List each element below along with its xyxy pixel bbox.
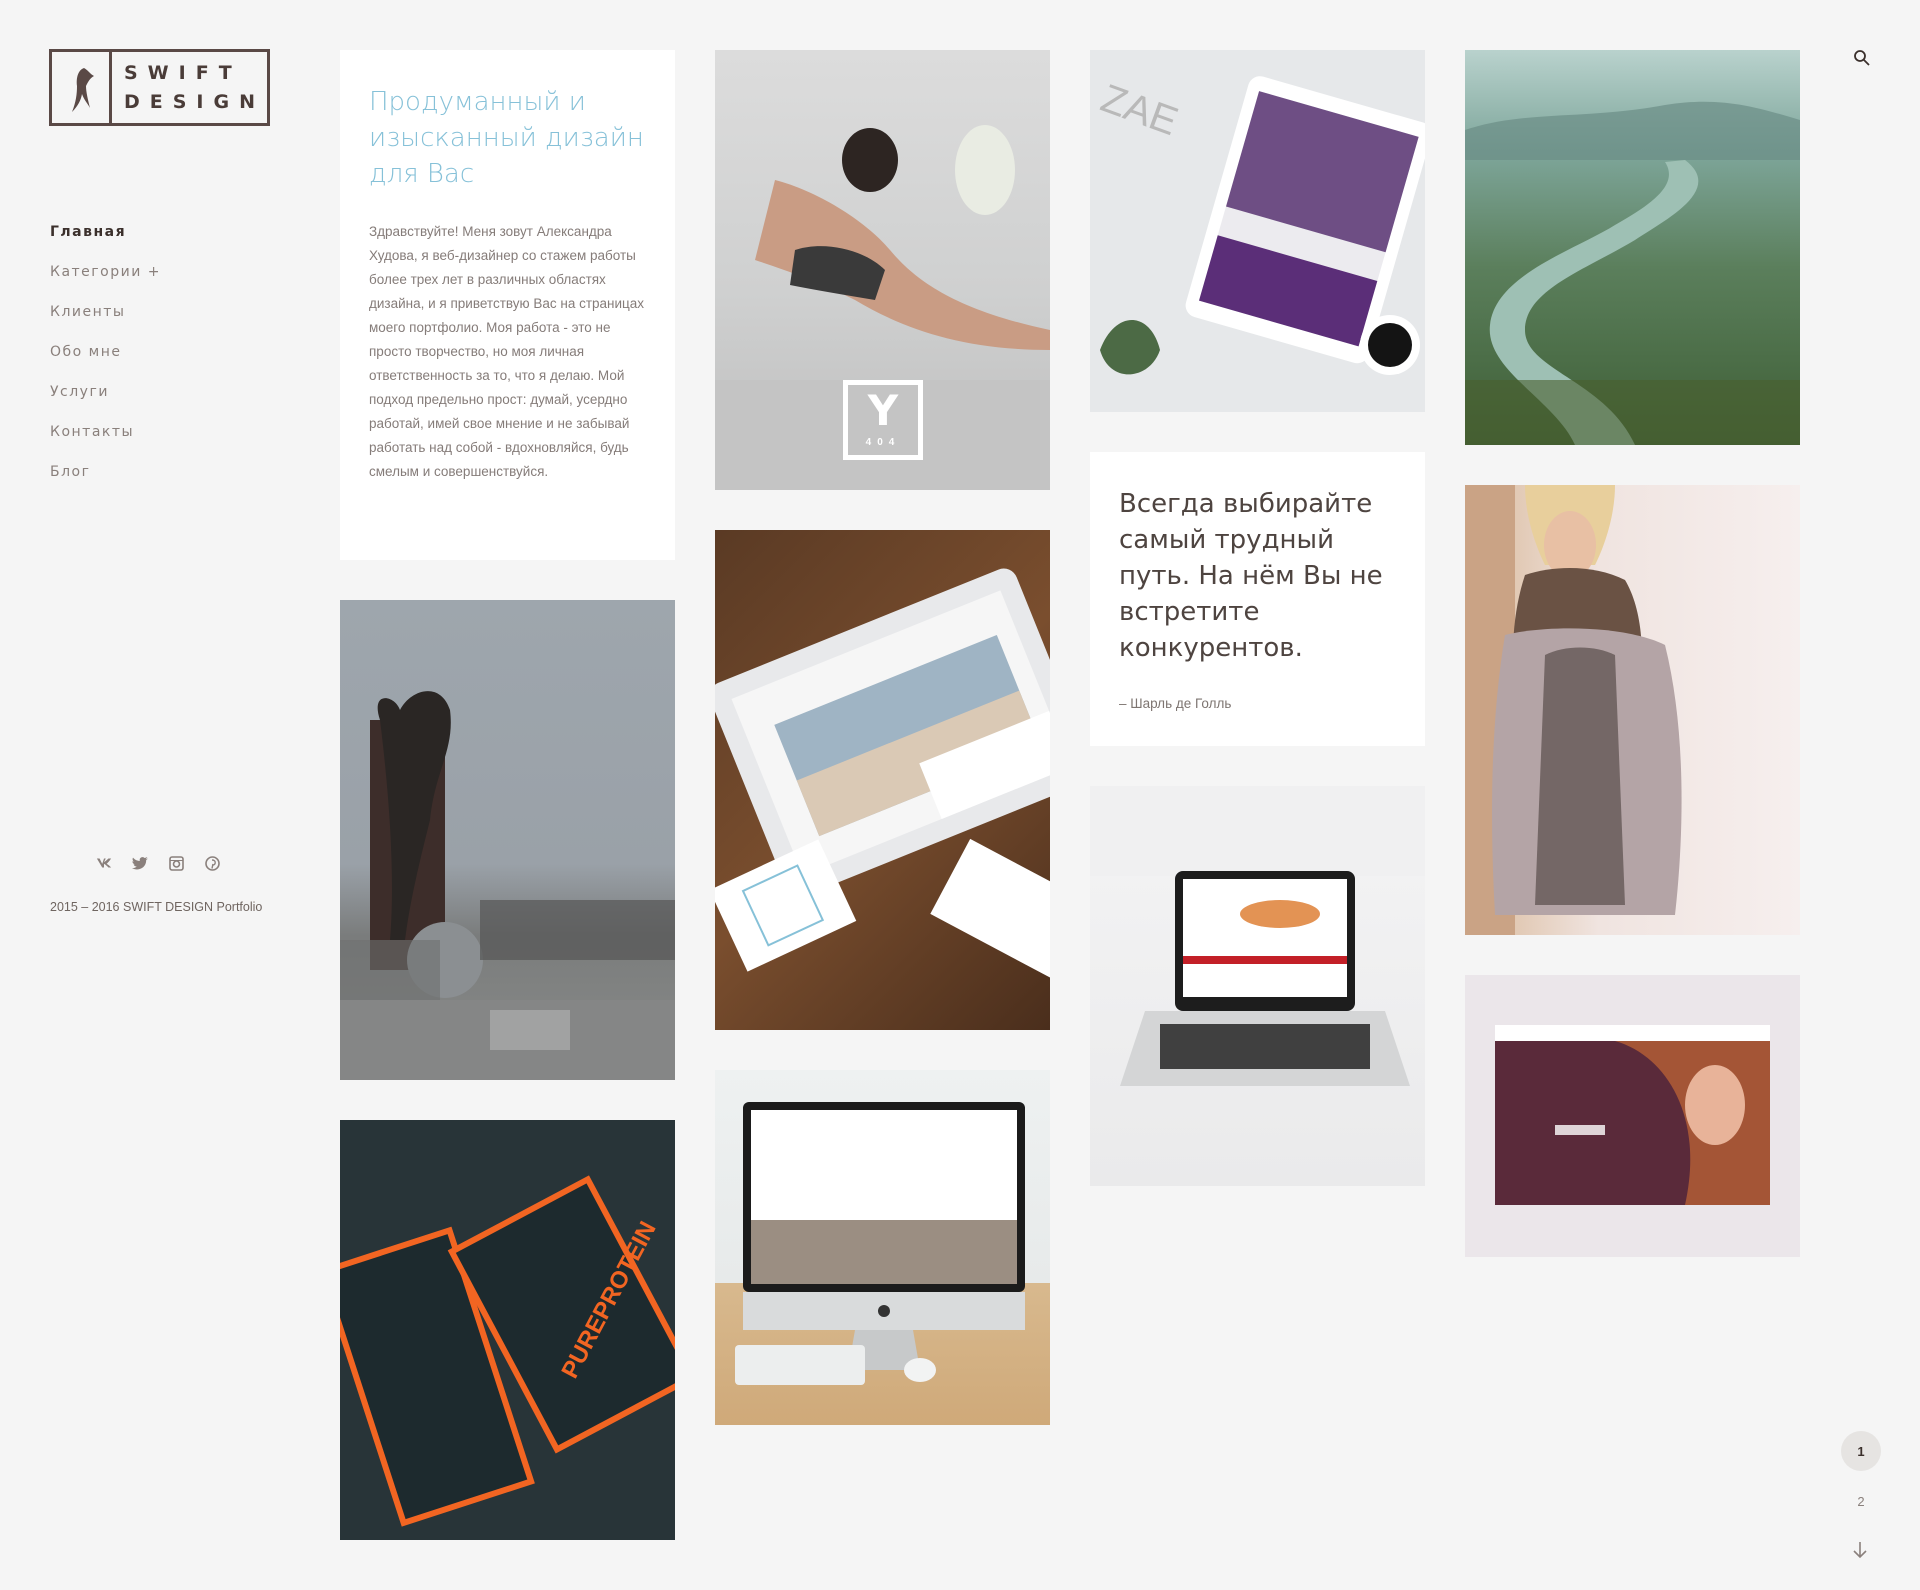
quote-card: Всегда выбирайте самый трудный путь. На … (1090, 452, 1425, 746)
business-cards-illustration: PUREPROTEIN (340, 1175, 675, 1527)
salon-website-photo[interactable] (1465, 975, 1800, 1257)
page-button-1[interactable]: 1 (1841, 1431, 1881, 1471)
business-cards-photo[interactable]: PUREPROTEIN (340, 1120, 675, 1540)
intro-body: Здравствуйте! Меня зовут Александра Худо… (369, 224, 645, 479)
river-illustration (1465, 101, 1800, 445)
quote-text: Всегда выбирайте самый трудный путь. На … (1119, 489, 1383, 663)
tablet-mockup-photo[interactable] (715, 530, 1050, 1030)
yoga-logo-badge: Y 404 (843, 380, 923, 460)
search-icon[interactable] (1853, 49, 1871, 72)
arrow-down-icon[interactable] (1852, 1540, 1868, 1565)
laptop-mockup-photo[interactable] (1090, 786, 1425, 1186)
page-button-2[interactable]: 2 (1841, 1481, 1881, 1521)
monument-photo[interactable] (340, 600, 675, 1080)
instagram-icon[interactable] (168, 855, 184, 871)
nav-item-contacts[interactable]: Контакты (50, 422, 161, 462)
laptop-illustration (1090, 786, 1425, 1086)
vk-icon[interactable] (96, 855, 112, 871)
imac-illustration (735, 1102, 1025, 1385)
logo[interactable]: SWIFT DESIGN (49, 49, 270, 126)
twitter-icon[interactable] (132, 855, 148, 871)
monument-illustration (340, 691, 675, 1080)
logo-line-2: DESIGN (124, 90, 266, 113)
copyright: 2015 – 2016 SWIFT DESIGN Portfolio (50, 900, 263, 914)
salon-illustration (1495, 1025, 1770, 1205)
river-landscape-photo[interactable] (1465, 50, 1800, 445)
nav-item-clients[interactable]: Клиенты (50, 302, 161, 342)
yoga-photo[interactable]: Y 404 (715, 50, 1050, 490)
main-nav: Главная Категории + Клиенты Обо мне Услу… (50, 222, 161, 502)
social-links (96, 855, 220, 871)
nav-item-services[interactable]: Услуги (50, 382, 161, 422)
intro-card: Продуманный и изысканный дизайн для Вас … (340, 50, 675, 560)
ipad-illustration: ZAЕ (1095, 76, 1425, 375)
nav-item-home[interactable]: Главная (50, 222, 161, 262)
ipad-mockup-photo[interactable]: ZAЕ (1090, 50, 1425, 412)
logo-line-1: SWIFT (124, 61, 242, 84)
fashion-model-photo[interactable] (1465, 485, 1800, 935)
yoga-logo-number: 404 (865, 437, 901, 448)
quote-author: – Шарль де Голль (1119, 696, 1232, 711)
intro-title: Продуманный и изысканный дизайн для Вас (369, 87, 644, 189)
nav-item-about[interactable]: Обо мне (50, 342, 161, 382)
swallow-bird-icon (52, 52, 112, 123)
pinterest-icon[interactable] (204, 855, 220, 871)
svg-text:ZAЕ: ZAЕ (1095, 76, 1183, 144)
tablet-illustration (715, 568, 1050, 980)
yoga-logo-letter: Y (867, 386, 899, 435)
fashion-illustration (1465, 485, 1682, 935)
logo-wordmark: SWIFT DESIGN (112, 52, 267, 123)
imac-mockup-photo[interactable] (715, 1070, 1050, 1425)
nav-item-blog[interactable]: Блог (50, 462, 161, 502)
nav-item-categories[interactable]: Категории + (50, 262, 161, 302)
